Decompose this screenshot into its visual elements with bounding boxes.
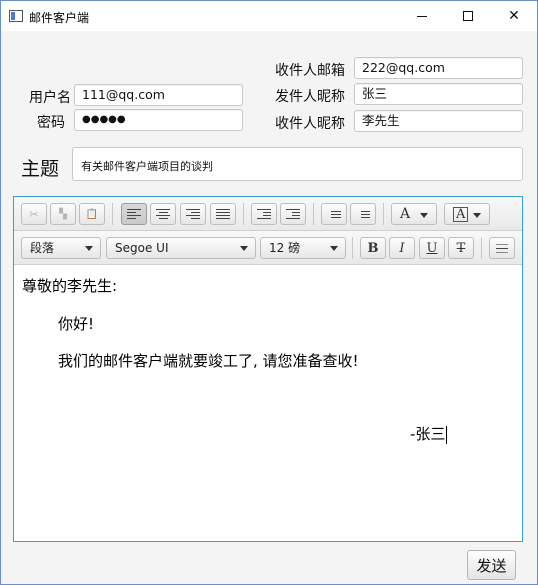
text-color-button[interactable]: A [391,203,437,225]
sender-nick-label: 发件人昵称 [275,89,345,105]
recipient-email-label: 收件人邮箱 [275,63,345,79]
align-right-button[interactable] [180,203,206,225]
bold-button[interactable]: B [360,237,386,259]
numbered-list-icon [356,210,370,218]
horizontal-rule-icon [496,243,508,253]
italic-icon: I [399,240,405,256]
numbered-list-button[interactable] [350,203,376,225]
maximize-icon [463,11,473,21]
html-editor: ✂ ▚ 📋 A A 段落 Segoe UI 12 磅 B I U T 尊敬的李先… [13,196,523,542]
chevron-down-icon [240,246,248,251]
editor-toolbar-bottom: 段落 Segoe UI 12 磅 B I U T [14,231,522,265]
background-color-button[interactable]: A [444,203,490,225]
toolbar-separator [352,237,353,259]
outdent-icon [257,209,271,219]
strikethrough-icon: T [456,240,466,256]
chevron-down-icon [473,213,481,218]
text-caret [446,425,448,444]
editor-toolbar-top: ✂ ▚ 📋 A A [14,197,522,231]
horizontal-rule-button[interactable] [489,237,515,259]
copy-button[interactable]: ▚ [50,203,76,225]
toolbar-separator [112,203,113,225]
align-center-button[interactable] [150,203,176,225]
font-size-value: 12 磅 [269,241,301,255]
bold-icon: B [367,240,379,256]
align-left-button[interactable] [121,203,147,225]
signature-text: -张三 [410,425,446,443]
toolbar-separator [383,203,384,225]
app-icon [9,10,23,22]
minimize-icon [417,15,427,17]
title-bar: 邮件客户端 ✕ [1,1,537,31]
paragraph-style-select[interactable]: 段落 [21,237,101,259]
paragraph-style-value: 段落 [30,241,55,255]
chevron-down-icon [85,246,93,251]
underline-icon: U [426,240,438,256]
sender-nick-input[interactable]: 张三 [354,83,523,105]
recipient-nick-input[interactable]: 李先生 [354,110,523,132]
subject-label: 主题 [21,158,60,180]
indent-button[interactable] [280,203,306,225]
editor-content[interactable]: 尊敬的李先生: 你好! 我们的邮件客户端就要竣工了, 请您准备查收! -张三 [14,265,522,541]
text-color-icon: A [400,206,411,222]
username-label: 用户名 [29,90,71,106]
username-input[interactable]: 111@qq.com [74,84,243,106]
outdent-button[interactable] [251,203,277,225]
chevron-down-icon [330,246,338,251]
recipient-email-input[interactable]: 222@qq.com [354,57,523,79]
mail-client-window: 邮件客户端 ✕ 收件人邮箱 222@qq.com 发件人昵称 张三 收件人昵称 … [0,0,538,585]
font-family-value: Segoe UI [115,241,169,255]
indent-icon [286,209,300,219]
align-justify-button[interactable] [210,203,236,225]
underline-button[interactable]: U [419,237,445,259]
password-input[interactable]: ●●●●● [74,109,243,131]
subject-input[interactable]: 有关邮件客户端项目的谈判 [72,147,523,181]
paste-icon: 📋 [85,208,99,220]
font-size-select[interactable]: 12 磅 [260,237,346,259]
strikethrough-button[interactable]: T [448,237,474,259]
body-line-2: 我们的邮件客户端就要竣工了, 请您准备查收! [58,352,359,370]
close-button[interactable]: ✕ [491,1,537,31]
recipient-nick-label: 收件人昵称 [275,116,345,132]
toolbar-separator [243,203,244,225]
close-icon: ✕ [508,8,520,24]
send-button[interactable]: 发送 [467,550,516,580]
toolbar-separator [481,237,482,259]
window-title: 邮件客户端 [29,11,90,25]
italic-button[interactable]: I [389,237,415,259]
cut-button[interactable]: ✂ [21,203,47,225]
signature-line: -张三 [410,423,448,444]
font-family-select[interactable]: Segoe UI [106,237,256,259]
toolbar-separator [313,203,314,225]
copy-icon: ▚ [59,208,67,220]
align-right-icon [186,209,200,219]
background-color-icon: A [453,206,469,222]
align-justify-icon [216,209,230,219]
greeting-text: 尊敬的李先生: [22,277,118,295]
maximize-button[interactable] [445,1,491,31]
body-line-1: 你好! [58,315,95,333]
align-center-icon [156,209,170,219]
bullet-list-button[interactable] [321,203,347,225]
chevron-down-icon [420,213,428,218]
align-left-icon [127,209,141,219]
paste-button[interactable]: 📋 [79,203,105,225]
bullet-list-icon [327,210,341,218]
password-label: 密码 [37,115,65,131]
minimize-button[interactable] [399,1,445,31]
cut-icon: ✂ [29,207,39,221]
